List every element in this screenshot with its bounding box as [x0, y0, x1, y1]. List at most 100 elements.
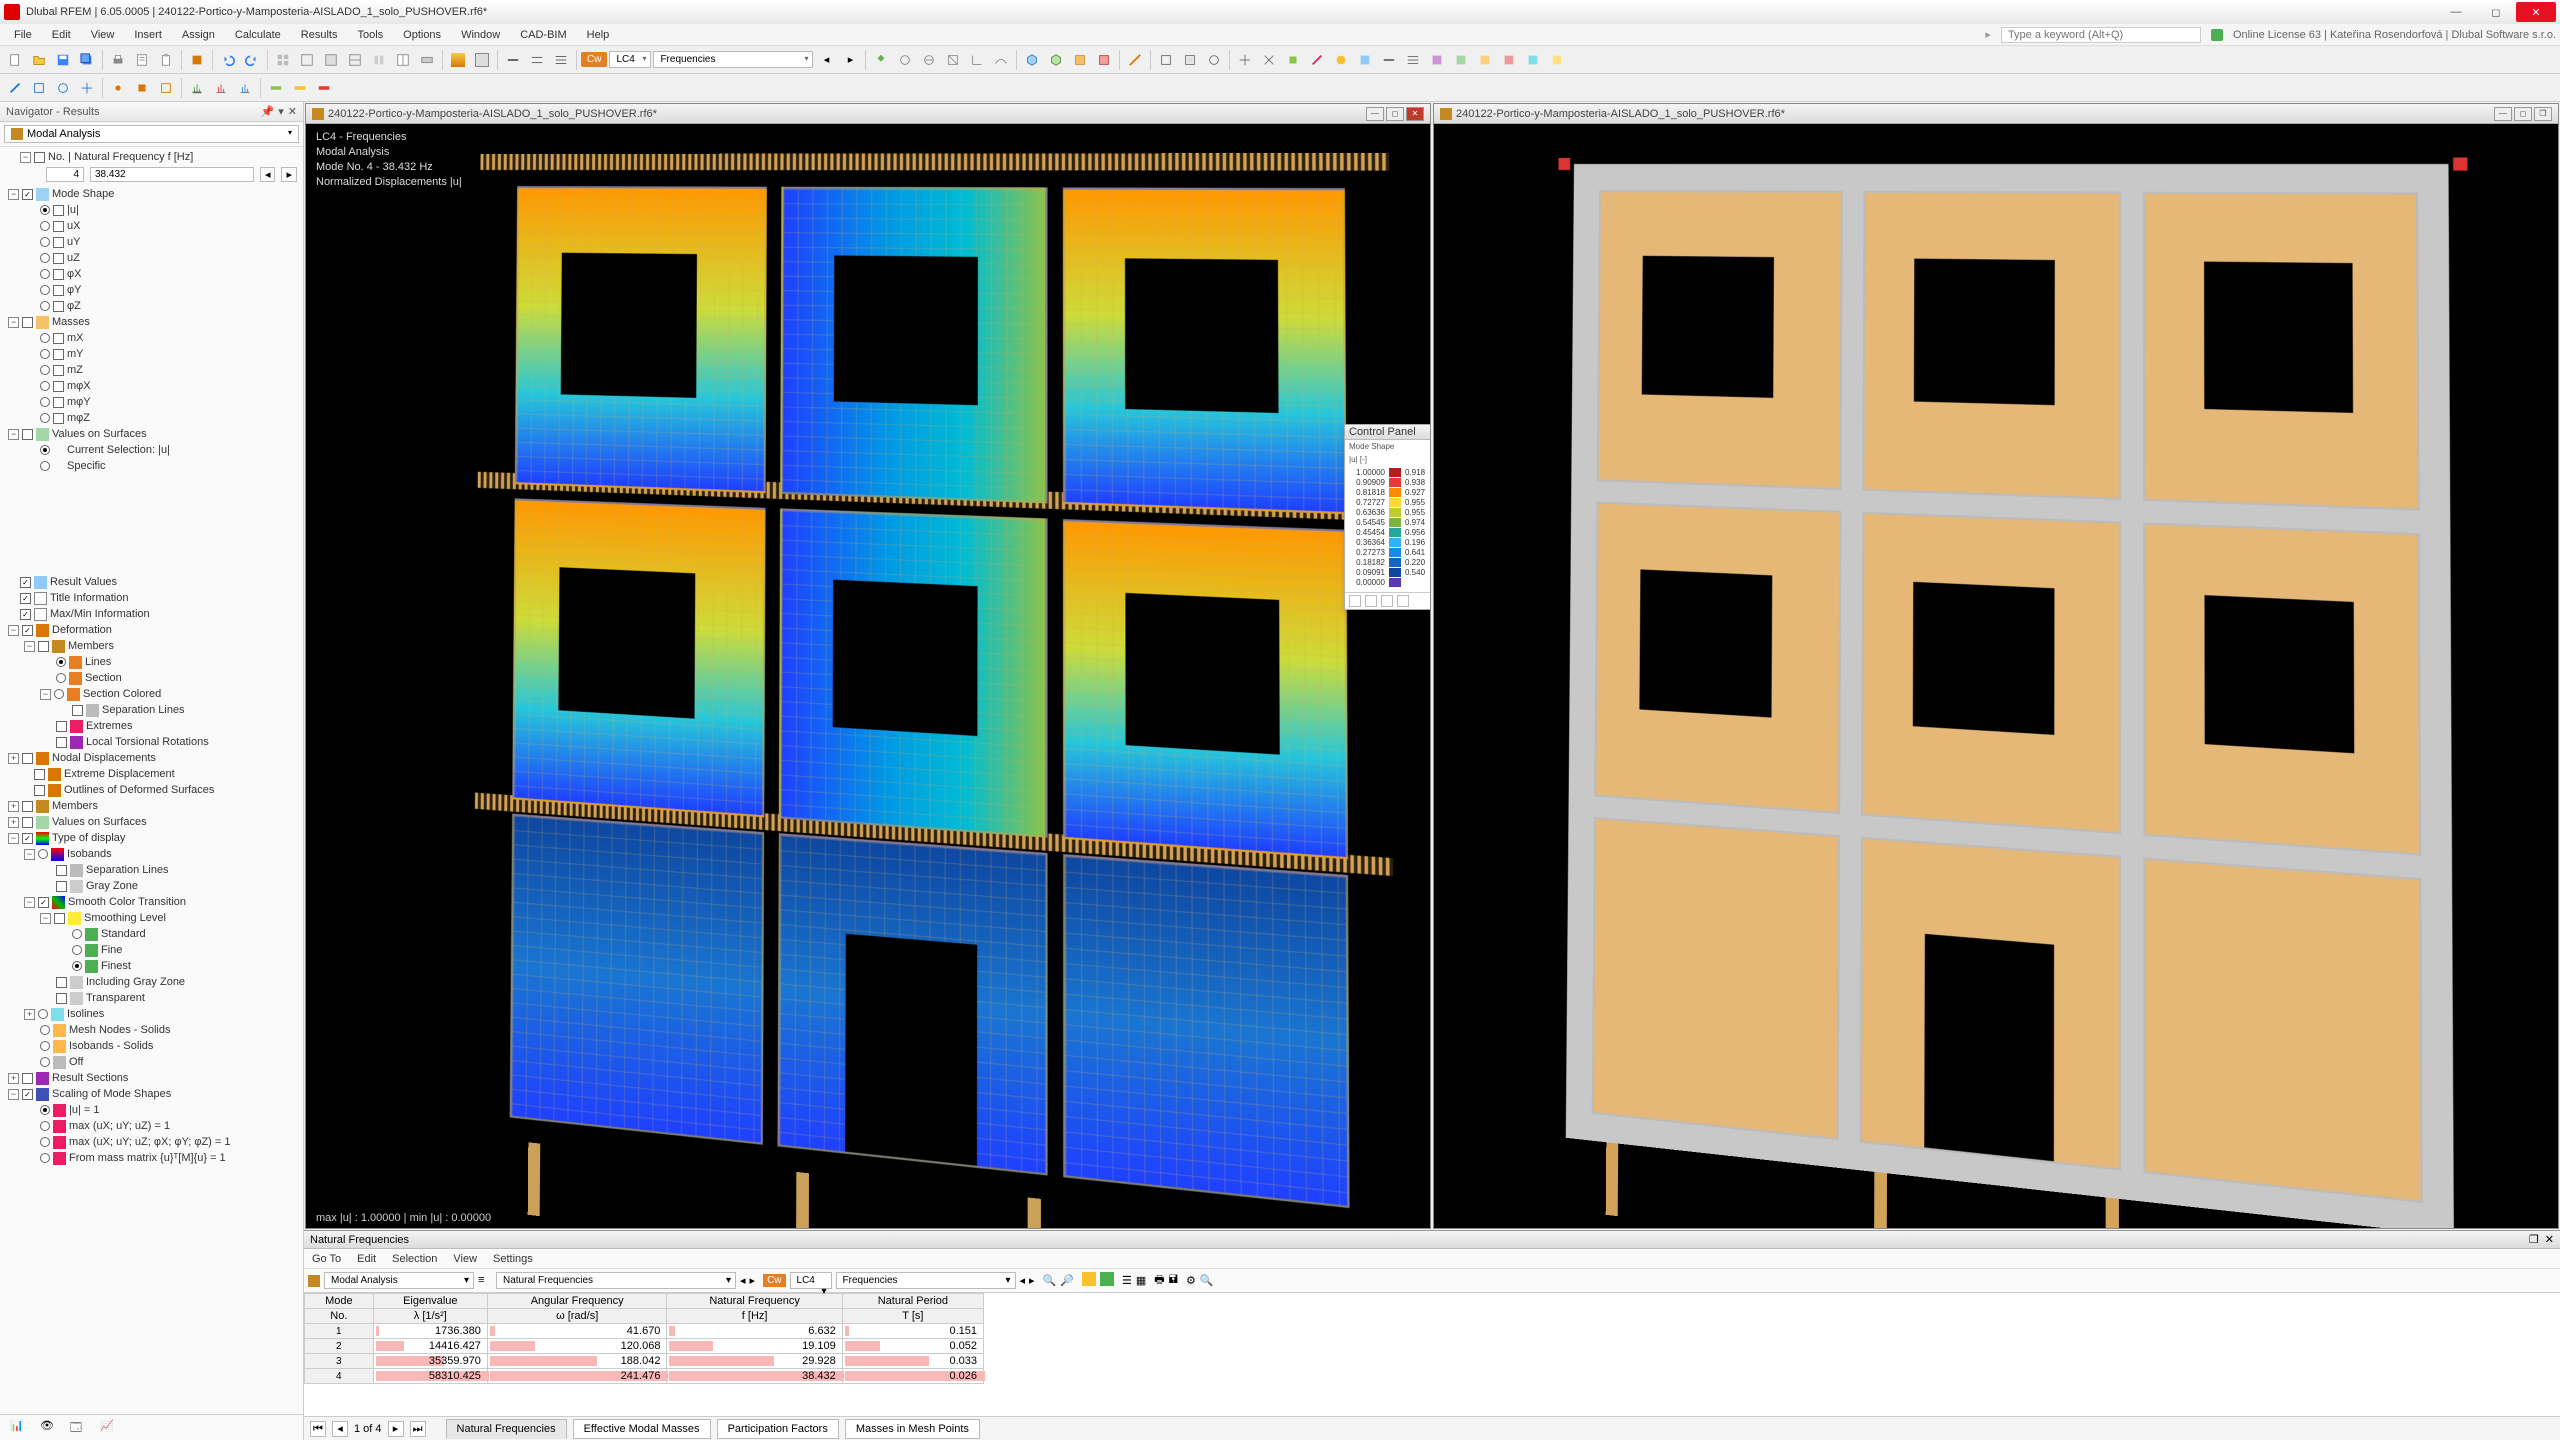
minimize-button[interactable]: —: [2436, 2, 2476, 22]
res-menu-goto[interactable]: Go To: [312, 1253, 341, 1265]
tg2[interactable]: [1258, 49, 1280, 71]
menu-cadbim[interactable]: CAD-BIM: [510, 27, 576, 43]
results-max-icon[interactable]: ❐: [2529, 1233, 2539, 1246]
nav-tab-view-icon[interactable]: 🗔: [70, 1419, 88, 1437]
res-next1[interactable]: ▸: [750, 1274, 756, 1287]
res-tbtn-10[interactable]: 🔍: [1200, 1274, 1214, 1287]
viewport-left[interactable]: 240122-Portico-y-Mamposteria-AISLADO_1_s…: [305, 103, 1431, 1229]
prev-freq[interactable]: ◂: [260, 167, 276, 182]
menu-options[interactable]: Options: [393, 27, 451, 43]
menu-help[interactable]: Help: [577, 27, 620, 43]
vp-rest-button[interactable]: ❐: [2534, 107, 2552, 121]
td5[interactable]: [966, 49, 988, 71]
navigator-tree[interactable]: −No. | Natural Frequency f [Hz] ◂ ▸ −Mod…: [0, 147, 303, 1414]
td2[interactable]: [894, 49, 916, 71]
menu-insert[interactable]: Insert: [124, 27, 172, 43]
menu-view[interactable]: View: [81, 27, 125, 43]
res-tab-mesh[interactable]: Masses in Mesh Points: [845, 1419, 980, 1439]
lc-badge[interactable]: Cw: [581, 52, 607, 67]
res-menu-selection[interactable]: Selection: [392, 1253, 437, 1265]
view-cube[interactable]: [1021, 49, 1043, 71]
res-menu-edit[interactable]: Edit: [357, 1253, 376, 1265]
t2-10[interactable]: [234, 77, 256, 99]
res-menu-view[interactable]: View: [453, 1253, 477, 1265]
res-tbtn-9[interactable]: ⚙: [1186, 1274, 1196, 1287]
tg7[interactable]: [1378, 49, 1400, 71]
res-menu-settings[interactable]: Settings: [493, 1253, 533, 1265]
vp-tool-1[interactable]: [1410, 148, 1428, 166]
tool-b6[interactable]: [416, 49, 438, 71]
vp-max-button[interactable]: ◻: [1386, 107, 1404, 121]
res-lc-badge[interactable]: Cw: [763, 1274, 785, 1287]
next-freq[interactable]: ▸: [281, 167, 297, 182]
res-next[interactable]: ▸: [388, 1421, 404, 1437]
freq-value-field[interactable]: [90, 167, 254, 182]
view-cube2[interactable]: [1045, 49, 1067, 71]
redo-button[interactable]: [241, 49, 263, 71]
t2-5[interactable]: [107, 77, 129, 99]
res-combo-modal[interactable]: Modal Analysis: [324, 1272, 474, 1289]
tg14[interactable]: [1546, 49, 1568, 71]
viewport-sidebar-tools[interactable]: [1410, 148, 1428, 186]
res-tbtn-6[interactable]: ▦: [1136, 1274, 1146, 1287]
meas-button[interactable]: [1124, 49, 1146, 71]
dropdown-icon[interactable]: ▾: [278, 105, 284, 118]
t2-6[interactable]: [131, 77, 153, 99]
menu-tools[interactable]: Tools: [347, 27, 393, 43]
viewport-right[interactable]: 240122-Portico-y-Mamposteria-AISLADO_1_s…: [1433, 103, 2559, 1229]
t2-7[interactable]: [155, 77, 177, 99]
undo-button[interactable]: [217, 49, 239, 71]
results-close-icon[interactable]: ✕: [2545, 1233, 2554, 1246]
results-table[interactable]: Mode Eigenvalue Angular Frequency Natura…: [304, 1293, 2560, 1416]
tool-b3[interactable]: [344, 49, 366, 71]
tg5[interactable]: [1330, 49, 1352, 71]
lc-combo[interactable]: LC4: [609, 51, 651, 68]
t2-9[interactable]: [210, 77, 232, 99]
close-nav-icon[interactable]: ✕: [288, 105, 297, 118]
tg13[interactable]: [1522, 49, 1544, 71]
t2-3[interactable]: [52, 77, 74, 99]
next-lc[interactable]: ▸: [839, 49, 861, 71]
block-button[interactable]: [186, 49, 208, 71]
saveall-button[interactable]: [76, 49, 98, 71]
lc-type-combo[interactable]: Frequencies: [653, 51, 813, 68]
t2-4[interactable]: [76, 77, 98, 99]
t2-2[interactable]: [28, 77, 50, 99]
te2[interactable]: [1179, 49, 1201, 71]
res-tbtn-5[interactable]: ☰: [1122, 1274, 1132, 1287]
res-prev1[interactable]: ◂: [740, 1274, 746, 1287]
color1-button[interactable]: [447, 49, 469, 71]
res-prev[interactable]: ◂: [332, 1421, 348, 1437]
res-tbtn-1[interactable]: 🔍: [1043, 1274, 1057, 1287]
color2-button[interactable]: [471, 49, 493, 71]
pin-icon[interactable]: 📌: [261, 105, 275, 118]
td6[interactable]: [990, 49, 1012, 71]
freq-number-combo[interactable]: [46, 167, 84, 182]
vp-close-button[interactable]: ✕: [1406, 107, 1424, 121]
res-lc-combo[interactable]: LC4: [790, 1272, 832, 1289]
prev-lc[interactable]: ◂: [815, 49, 837, 71]
res-tbtn-7[interactable]: 🖶: [1154, 1271, 1164, 1290]
t2-12[interactable]: [289, 77, 311, 99]
new-button[interactable]: [4, 49, 26, 71]
t2-1[interactable]: [4, 77, 26, 99]
td3[interactable]: [918, 49, 940, 71]
tool-c1[interactable]: [502, 49, 524, 71]
nav-tab-data-icon[interactable]: 📊: [10, 1419, 28, 1437]
menu-window[interactable]: Window: [451, 27, 510, 43]
td1[interactable]: [870, 49, 892, 71]
tool-b4[interactable]: [368, 49, 390, 71]
view-cube4[interactable]: [1093, 49, 1115, 71]
control-panel[interactable]: Control Panel✕ Mode Shape |u| [-] 1.0000…: [1344, 424, 1430, 610]
tool-c2[interactable]: [526, 49, 548, 71]
vp-min-button[interactable]: —: [2494, 107, 2512, 121]
vp-min-button[interactable]: —: [1366, 107, 1384, 121]
menu-results[interactable]: Results: [291, 27, 348, 43]
menu-edit[interactable]: Edit: [42, 27, 81, 43]
res-prev2[interactable]: ◂: [1020, 1274, 1026, 1287]
tg11[interactable]: [1474, 49, 1496, 71]
res-tbtn-2[interactable]: 🔎: [1060, 1274, 1074, 1287]
res-next2[interactable]: ▸: [1029, 1274, 1035, 1287]
nav-tab-eye-icon[interactable]: 👁: [40, 1419, 58, 1437]
navigator-header[interactable]: Navigator - Results 📌 ▾ ✕: [0, 102, 303, 122]
